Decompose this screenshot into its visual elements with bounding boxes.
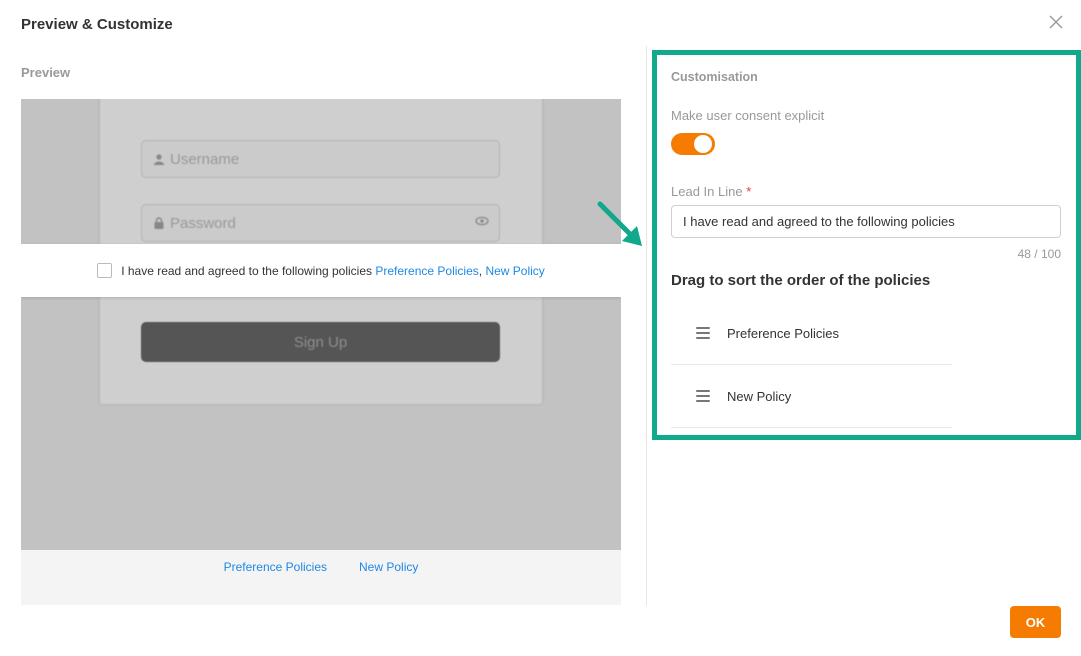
preview-pane: Username Password Sign Up I have read an… <box>21 99 621 550</box>
policy-item-preference-policies[interactable]: Preference Policies <box>671 302 952 365</box>
mock-username-input: Username <box>141 140 500 178</box>
customisation-panel: Customisation Make user consent explicit… <box>652 50 1081 440</box>
dialog-title: Preview & Customize <box>21 16 173 33</box>
footer-link-preference-policies[interactable]: Preference Policies <box>224 560 327 574</box>
mock-signup-button: Sign Up <box>141 322 500 362</box>
drag-handle-icon[interactable] <box>696 390 710 402</box>
footer-links: Preference Policies New Policy <box>21 560 621 574</box>
consent-link-preference-policies[interactable]: Preference Policies <box>375 264 478 278</box>
lead-in-label-text: Lead In Line <box>671 184 743 199</box>
panel-divider <box>646 46 647 606</box>
ok-button[interactable]: OK <box>1010 606 1061 638</box>
policy-label: Preference Policies <box>727 325 839 341</box>
footer-link-new-policy[interactable]: New Policy <box>359 560 418 574</box>
eye-icon <box>475 216 489 226</box>
explicit-consent-toggle[interactable] <box>671 133 715 155</box>
policy-item-new-policy[interactable]: New Policy <box>671 365 952 428</box>
drag-sort-title: Drag to sort the order of the policies <box>671 272 931 289</box>
customisation-title: Customisation <box>671 70 758 84</box>
mock-username-placeholder: Username <box>170 150 240 168</box>
drag-handle-icon[interactable] <box>696 327 710 339</box>
arrow-icon <box>597 201 642 246</box>
footer-copyright-blurred <box>27 582 597 594</box>
consent-bar: I have read and agreed to the following … <box>21 244 621 297</box>
lead-in-label: Lead In Line * <box>671 184 751 199</box>
required-mark: * <box>746 184 752 199</box>
consent-text: I have read and agreed to the following … <box>121 263 373 278</box>
preview-label: Preview <box>21 65 71 80</box>
mock-password-input: Password <box>141 204 500 242</box>
consent-link-new-policy[interactable]: New Policy <box>485 264 544 278</box>
close-icon <box>1049 15 1063 29</box>
close-button[interactable] <box>1046 12 1066 32</box>
toggle-knob <box>694 135 712 153</box>
user-icon <box>154 153 164 165</box>
preview-footer: Preference Policies New Policy <box>21 550 621 605</box>
policy-label: New Policy <box>727 388 792 404</box>
char-count: 48 / 100 <box>1017 247 1061 261</box>
explicit-consent-label: Make user consent explicit <box>671 108 825 123</box>
lock-icon <box>154 217 164 229</box>
consent-link-separator: , <box>478 263 483 278</box>
lead-in-input[interactable] <box>671 205 1061 238</box>
consent-checkbox[interactable] <box>97 263 113 278</box>
mock-password-placeholder: Password <box>170 214 236 232</box>
